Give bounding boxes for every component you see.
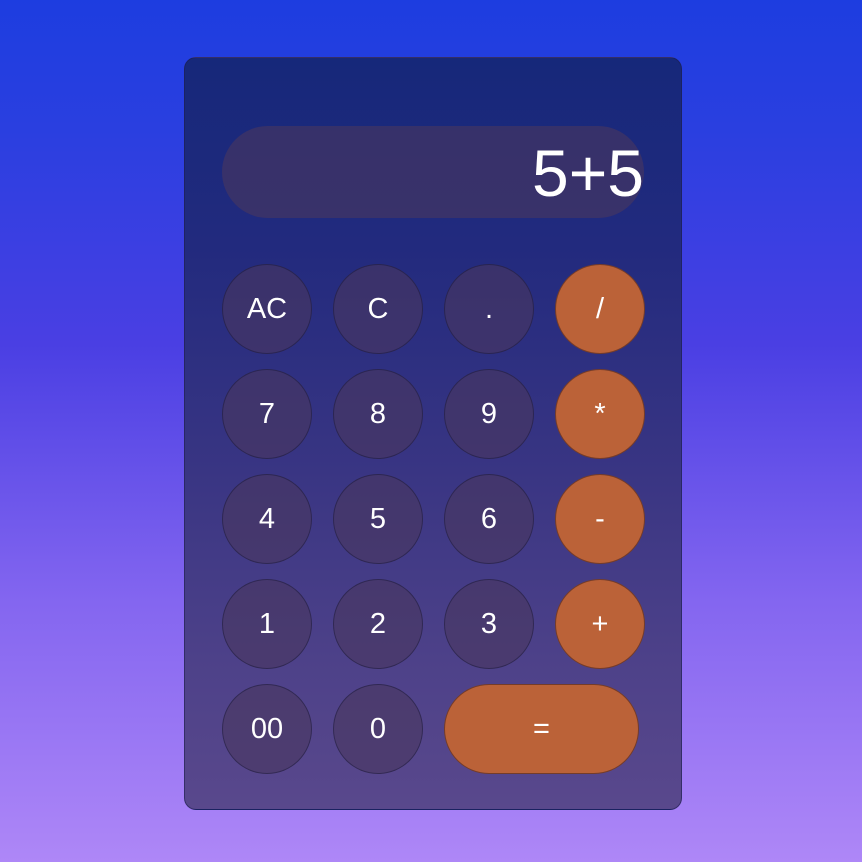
decimal-button[interactable]: . [444,264,534,354]
calculator-panel: 5+5 AC C . / 7 8 9 * 4 5 6 - 1 2 3 + 00 … [184,57,682,810]
six-button[interactable]: 6 [444,474,534,564]
add-button[interactable]: + [555,579,645,669]
seven-button[interactable]: 7 [222,369,312,459]
display-screen: 5+5 [222,126,644,218]
three-button[interactable]: 3 [444,579,534,669]
subtract-button[interactable]: - [555,474,645,564]
display-value: 5+5 [532,136,644,210]
one-button[interactable]: 1 [222,579,312,669]
four-button[interactable]: 4 [222,474,312,564]
two-button[interactable]: 2 [333,579,423,669]
all-clear-button[interactable]: AC [222,264,312,354]
nine-button[interactable]: 9 [444,369,534,459]
clear-button[interactable]: C [333,264,423,354]
double-zero-button[interactable]: 00 [222,684,312,774]
equals-button[interactable]: = [444,684,639,774]
eight-button[interactable]: 8 [333,369,423,459]
five-button[interactable]: 5 [333,474,423,564]
divide-button[interactable]: / [555,264,645,354]
multiply-button[interactable]: * [555,369,645,459]
zero-button[interactable]: 0 [333,684,423,774]
